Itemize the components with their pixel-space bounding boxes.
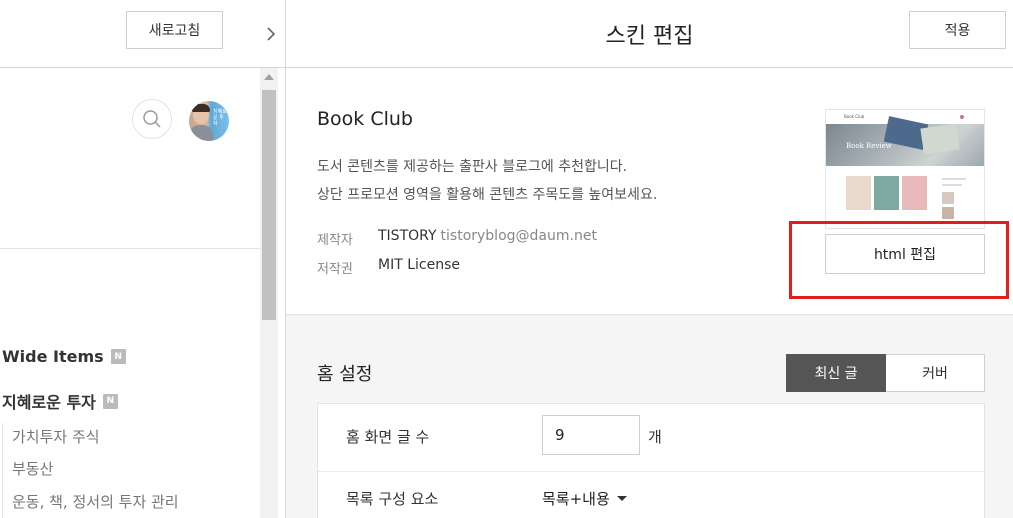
subcategory-guide-line xyxy=(2,423,3,518)
tab-cover[interactable]: 커버 xyxy=(886,354,985,392)
skin-description-line: 상단 프로모션 영역을 활용해 콘텐츠 주목도를 높여보세요. xyxy=(317,187,658,203)
skin-thumbnail: Book Club Book Review xyxy=(825,109,985,229)
skin-info-section: Book Club 도서 콘텐츠를 제공하는 출판사 블로그에 추천합니다. 상… xyxy=(286,69,1013,315)
license-label: 저작권 xyxy=(317,262,353,277)
thumbnail-hero-title: Book Review xyxy=(846,142,892,150)
collapse-panel-button[interactable] xyxy=(256,0,285,68)
tab-latest-posts[interactable]: 최신 글 xyxy=(786,354,886,392)
apply-button[interactable]: 적용 xyxy=(909,11,1006,49)
maker-label: 제작자 xyxy=(317,233,353,248)
subcategory-item[interactable]: 가치투자 주식 xyxy=(12,426,100,447)
search-icon xyxy=(143,110,161,128)
maker-name: TISTORY xyxy=(378,228,437,244)
avatar[interactable]: 지혜로운 투자 xyxy=(189,101,229,141)
post-count-label: 홈 화면 글 수 xyxy=(346,428,430,446)
list-element-label: 목록 구성 요소 xyxy=(346,490,439,508)
thumbnail-hero: Book Review xyxy=(826,116,984,166)
list-element-value: 목록+내용 xyxy=(542,490,610,508)
thumbnail-card xyxy=(874,176,899,210)
home-settings-box: 홈 화면 글 수 개 목록 구성 요소 목록+내용 xyxy=(317,403,986,518)
home-settings-title: 홈 설정 xyxy=(317,364,373,385)
skin-name: Book Club xyxy=(317,108,413,130)
skin-editor-pane: 스킨 편집 적용 Book Club 도서 콘텐츠를 제공하는 출판사 블로그에… xyxy=(286,0,1013,518)
new-badge: N xyxy=(110,349,126,364)
category-wide-items[interactable]: Wide Items N xyxy=(2,347,126,366)
category-title: 지혜로운 투자 xyxy=(2,393,96,412)
thumbnail-line xyxy=(942,178,966,180)
thumbnail-dot xyxy=(960,115,964,119)
maker-value: TISTORY tistoryblog@daum.net xyxy=(378,228,597,244)
thumbnail-card xyxy=(846,176,871,210)
home-settings-section: 홈 설정 최신 글 커버 홈 화면 글 수 개 목록 구성 요소 목록+내용 xyxy=(286,315,1013,518)
thumbnail-line xyxy=(942,184,962,186)
preview-scrollbar[interactable] xyxy=(260,68,278,518)
list-element-select[interactable]: 목록+내용 xyxy=(542,488,627,509)
avatar-hair xyxy=(192,104,210,112)
thumbnail-square xyxy=(942,207,954,219)
category-investment[interactable]: 지혜로운 투자 N xyxy=(2,389,118,413)
thumbnail-book-shape xyxy=(920,123,960,155)
post-count-unit: 개 xyxy=(648,428,662,446)
blog-preview-pane: 새로고침 지혜로운 투자 Wide Items N 지혜로운 투자 N 가치투자… xyxy=(0,0,260,518)
home-type-tabs: 최신 글 커버 xyxy=(786,354,985,392)
chevron-right-icon xyxy=(266,26,275,41)
avatar-body xyxy=(189,125,213,141)
thumbnail-square xyxy=(942,192,954,204)
avatar-text: 지혜로운 투자 xyxy=(213,109,227,127)
maker-email: tistoryblog@daum.net xyxy=(440,228,597,244)
preview-toolbar: 새로고침 xyxy=(0,0,260,68)
row-divider xyxy=(318,471,986,472)
highlight-annotation xyxy=(789,221,1009,299)
subcategory-item[interactable]: 부동산 xyxy=(12,458,53,479)
editor-header: 스킨 편집 적용 xyxy=(286,0,1013,68)
preview-divider xyxy=(0,248,260,249)
scroll-up-arrow-icon[interactable] xyxy=(264,74,274,80)
subcategory-item[interactable]: 운동, 책, 정서의 투자 관리 xyxy=(12,491,179,512)
post-count-input[interactable] xyxy=(542,415,640,455)
license-value: MIT License xyxy=(378,257,460,273)
scroll-thumb[interactable] xyxy=(262,90,276,320)
skin-description-line: 도서 콘텐츠를 제공하는 출판사 블로그에 추천합니다. xyxy=(317,159,628,175)
refresh-button[interactable]: 새로고침 xyxy=(126,11,223,49)
caret-down-icon xyxy=(616,496,627,501)
category-title: Wide Items xyxy=(2,347,104,366)
new-badge: N xyxy=(102,393,118,409)
search-button[interactable] xyxy=(132,99,172,139)
page-title: 스킨 편집 xyxy=(605,24,694,49)
thumbnail-card xyxy=(902,176,927,210)
